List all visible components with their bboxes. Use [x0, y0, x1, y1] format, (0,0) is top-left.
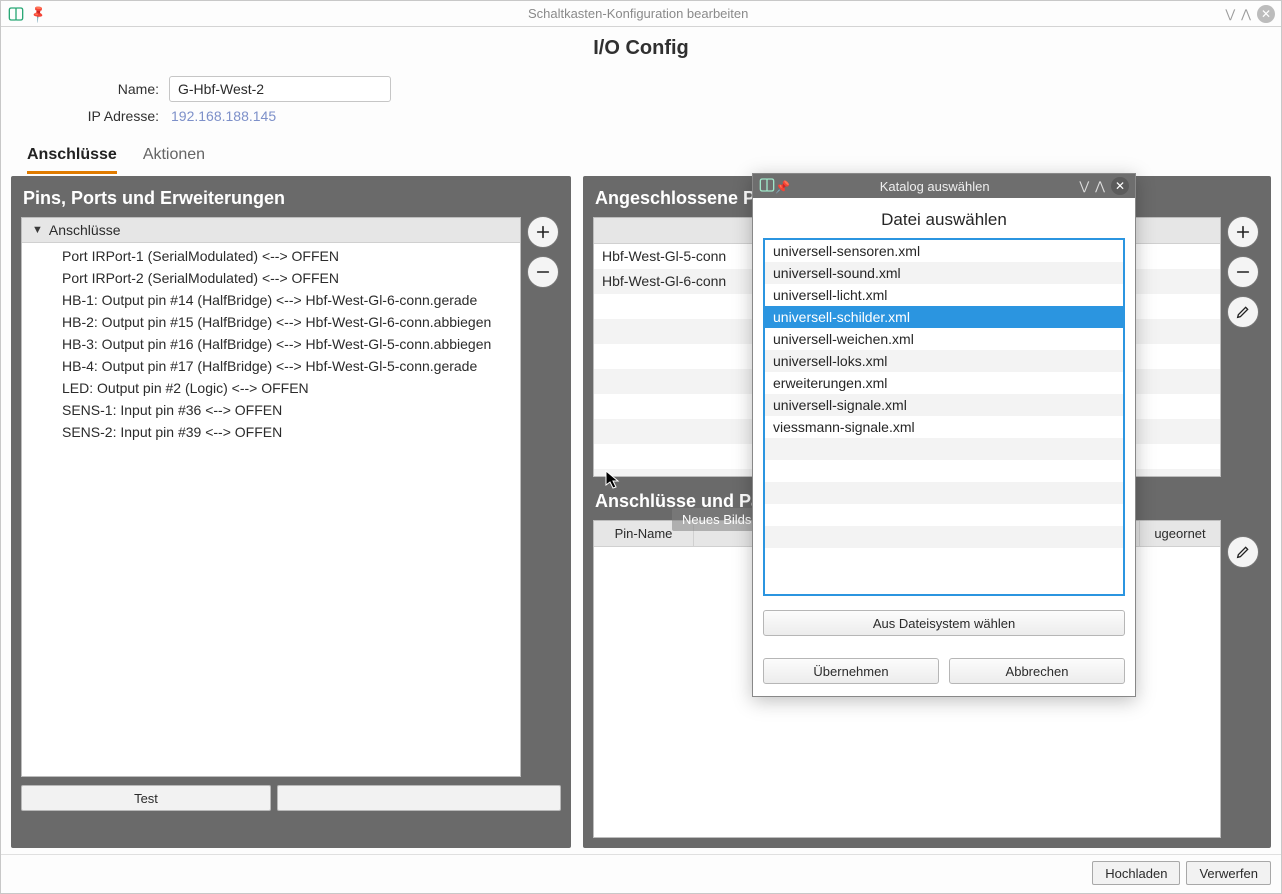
tree-item[interactable]: Port IRPort-2 (SerialModulated) <--> OFF…	[22, 267, 520, 289]
edit-param-button[interactable]	[1227, 536, 1259, 568]
file-row[interactable]: erweiterungen.xml	[765, 372, 1123, 394]
file-row	[765, 460, 1123, 482]
tab-connections[interactable]: Anschlüsse	[27, 140, 117, 174]
choose-filesystem-button[interactable]: Aus Dateisystem wählen	[763, 610, 1125, 636]
file-row	[765, 438, 1123, 460]
tree-item[interactable]: HB-2: Output pin #15 (HalfBridge) <--> H…	[22, 311, 520, 333]
file-row	[765, 482, 1123, 504]
file-row[interactable]: universell-weichen.xml	[765, 328, 1123, 350]
collapse-icon[interactable]: ▼	[32, 224, 43, 236]
tree-header[interactable]: ▼ Anschlüsse	[22, 218, 520, 243]
left-panel-title: Pins, Ports und Erweiterungen	[23, 188, 561, 209]
add-device-button[interactable]	[1227, 216, 1259, 248]
dialog-heading: Datei auswählen	[763, 210, 1125, 230]
left-secondary-button[interactable]	[277, 785, 561, 811]
page-heading: I/O Config	[1, 27, 1281, 66]
param-col-pin: Pin-Name	[594, 521, 694, 546]
tree-item[interactable]: Port IRPort-1 (SerialModulated) <--> OFF…	[22, 245, 520, 267]
file-row[interactable]: universell-licht.xml	[765, 284, 1123, 306]
dialog-title: Katalog auswählen	[790, 179, 1079, 194]
dialog-min-icon[interactable]: ⋁	[1079, 179, 1089, 193]
file-row[interactable]: viessmann-signale.xml	[765, 416, 1123, 438]
tree-item[interactable]: HB-1: Output pin #14 (HalfBridge) <--> H…	[22, 289, 520, 311]
pin-icon[interactable]: 📌	[29, 5, 47, 23]
file-row[interactable]: universell-schilder.xml	[765, 306, 1123, 328]
tree-item[interactable]: HB-4: Output pin #17 (HalfBridge) <--> H…	[22, 355, 520, 377]
close-icon[interactable]: ✕	[1257, 5, 1275, 23]
app-icon	[7, 5, 25, 23]
file-list[interactable]: universell-sensoren.xmluniversell-sound.…	[763, 238, 1125, 596]
dialog-close-icon[interactable]: ✕	[1111, 177, 1129, 195]
param-col-assigned: ugeornet	[1140, 521, 1220, 546]
name-label: Name:	[21, 81, 169, 97]
file-row[interactable]: universell-sound.xml	[765, 262, 1123, 284]
file-row[interactable]: universell-signale.xml	[765, 394, 1123, 416]
pins-tree[interactable]: ▼ Anschlüsse Port IRPort-1 (SerialModula…	[21, 217, 521, 777]
tree-header-label: Anschlüsse	[49, 222, 121, 238]
dialog-ok-button[interactable]: Übernehmen	[763, 658, 939, 684]
file-row[interactable]: universell-loks.xml	[765, 350, 1123, 372]
dialog-titlebar: 📌 Katalog auswählen ⋁ ⋀ ✕	[753, 174, 1135, 198]
file-row	[765, 548, 1123, 570]
minimize-icon[interactable]: ⋁	[1225, 7, 1235, 21]
left-panel: Pins, Ports und Erweiterungen ▼ Anschlüs…	[11, 176, 571, 848]
tab-actions[interactable]: Aktionen	[143, 140, 205, 174]
ip-value: 192.168.188.145	[169, 108, 276, 124]
remove-pin-button[interactable]	[527, 256, 559, 288]
test-button[interactable]: Test	[21, 785, 271, 811]
form-area: Name: IP Adresse: 192.168.188.145	[1, 66, 1281, 140]
tree-item[interactable]: LED: Output pin #2 (Logic) <--> OFFEN	[22, 377, 520, 399]
file-row[interactable]: universell-sensoren.xml	[765, 240, 1123, 262]
name-input[interactable]	[169, 76, 391, 102]
tree-item[interactable]: SENS-2: Input pin #39 <--> OFFEN	[22, 421, 520, 443]
edit-device-button[interactable]	[1227, 296, 1259, 328]
upload-button[interactable]: Hochladen	[1092, 861, 1180, 885]
maximize-icon[interactable]: ⋀	[1241, 7, 1251, 21]
window-title: Schaltkasten-Konfiguration bearbeiten	[51, 6, 1225, 21]
file-row	[765, 526, 1123, 548]
ip-label: IP Adresse:	[21, 108, 169, 124]
dialog-app-icon	[759, 178, 775, 195]
dialog-cancel-button[interactable]: Abbrechen	[949, 658, 1125, 684]
remove-device-button[interactable]	[1227, 256, 1259, 288]
catalog-dialog: 📌 Katalog auswählen ⋁ ⋀ ✕ Datei auswähle…	[752, 173, 1136, 697]
footer: Hochladen Verwerfen	[1, 854, 1281, 893]
add-pin-button[interactable]	[527, 216, 559, 248]
discard-button[interactable]: Verwerfen	[1186, 861, 1271, 885]
tab-bar: Anschlüsse Aktionen	[1, 140, 1281, 174]
dialog-pin-icon[interactable]: 📌	[775, 179, 790, 194]
main-titlebar: 📌 Schaltkasten-Konfiguration bearbeiten …	[1, 1, 1281, 27]
tree-item[interactable]: HB-3: Output pin #16 (HalfBridge) <--> H…	[22, 333, 520, 355]
dialog-max-icon[interactable]: ⋀	[1095, 179, 1105, 193]
tree-item[interactable]: SENS-1: Input pin #36 <--> OFFEN	[22, 399, 520, 421]
file-row	[765, 504, 1123, 526]
